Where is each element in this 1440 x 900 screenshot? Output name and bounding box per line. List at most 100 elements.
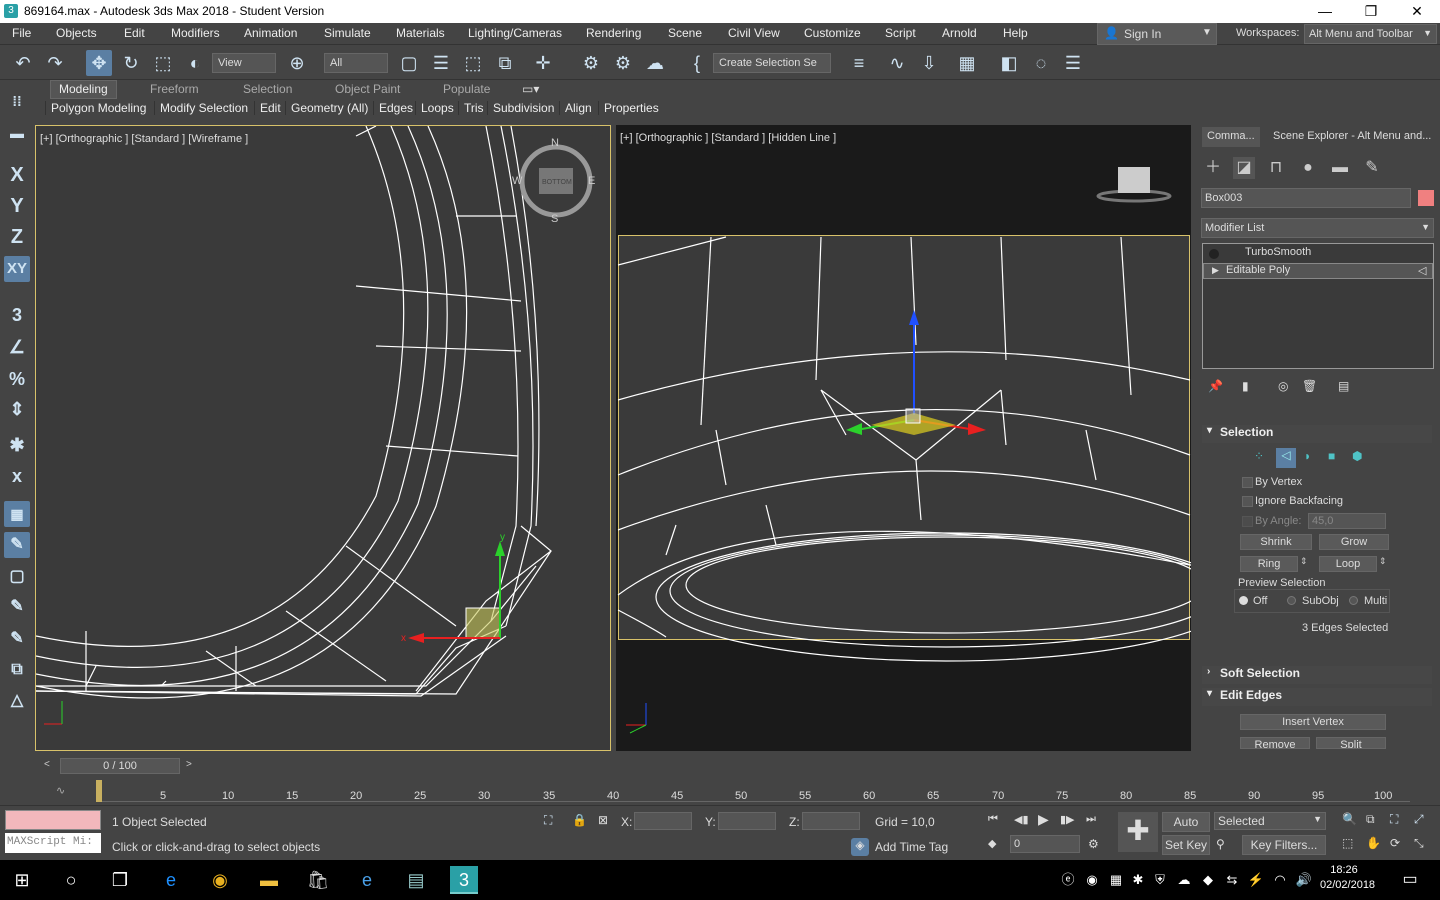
- minimize-button[interactable]: —: [1302, 0, 1348, 23]
- sign-in-button[interactable]: 👤 Sign In ▼: [1097, 23, 1217, 45]
- maximize-viewport-icon[interactable]: ⤡: [1414, 836, 1424, 851]
- file-explorer-icon[interactable]: ▬: [255, 866, 283, 894]
- menu-materials[interactable]: Materials: [396, 26, 445, 40]
- split-button[interactable]: Split: [1316, 737, 1386, 749]
- key-mode-icon[interactable]: ◆: [988, 837, 996, 850]
- curve-editor-icon[interactable]: ∿: [884, 50, 910, 76]
- select-move-icon[interactable]: ✥: [86, 50, 112, 76]
- element-icon[interactable]: ⬢: [1352, 449, 1362, 463]
- select-by-name-icon[interactable]: ☰: [428, 50, 454, 76]
- xform-icon[interactable]: x: [4, 463, 30, 489]
- loop-button[interactable]: Loop: [1319, 556, 1377, 572]
- set-key-icon[interactable]: ✚: [1118, 812, 1158, 852]
- ribbon-modify-selection[interactable]: Modify Selection: [154, 101, 248, 115]
- modify-icon[interactable]: ◪: [1233, 157, 1255, 179]
- reference-coordinate-select[interactable]: View: [212, 53, 276, 73]
- go-to-start-icon[interactable]: ⏮: [988, 813, 998, 826]
- system-clock[interactable]: 18:26 02/02/2018: [1320, 864, 1375, 891]
- display-icon[interactable]: ▬: [1329, 157, 1351, 179]
- spinner-snap-icon[interactable]: ⇕: [4, 396, 30, 422]
- tab-populate[interactable]: Populate: [443, 82, 490, 96]
- menu-animation[interactable]: Animation: [244, 26, 297, 40]
- tab-modeling[interactable]: Modeling: [50, 80, 117, 99]
- prev-frame-icon[interactable]: <: [44, 759, 50, 770]
- ribbon-edges[interactable]: Edges: [373, 101, 413, 115]
- preview-off-radio[interactable]: [1239, 596, 1248, 605]
- time-cursor[interactable]: [96, 780, 102, 802]
- tab-selection[interactable]: Selection: [243, 82, 292, 96]
- ribbon-properties[interactable]: Properties: [598, 101, 659, 115]
- menu-file[interactable]: File: [12, 26, 31, 40]
- add-time-tag-label[interactable]: Add Time Tag: [875, 840, 948, 854]
- show-end-result-icon[interactable]: ▮: [1242, 379, 1249, 393]
- by-angle-checkbox[interactable]: [1242, 516, 1253, 527]
- copy-tool-icon[interactable]: ⧉: [4, 657, 30, 683]
- x-coord-field[interactable]: [634, 812, 692, 830]
- key-tangents-icon[interactable]: ⚲: [1216, 837, 1225, 851]
- stack-item-turbosmooth[interactable]: TurboSmooth: [1203, 246, 1433, 262]
- edit-edges-rollout-header[interactable]: Edit Edges: [1202, 688, 1432, 706]
- create-icon[interactable]: ＋: [1202, 157, 1224, 179]
- select-scale-icon[interactable]: ⬚: [150, 50, 176, 76]
- menu-lighting-cameras[interactable]: Lighting/Cameras: [468, 26, 562, 40]
- modifier-list-select[interactable]: Modifier List ▼: [1201, 218, 1434, 238]
- ribbon-options-icon[interactable]: ▭▾: [522, 82, 539, 96]
- snap-icon[interactable]: ✛: [530, 50, 556, 76]
- named-selection-set-select[interactable]: Create Selection Se: [713, 53, 831, 73]
- zoom-all-icon[interactable]: ⧉: [1366, 812, 1375, 827]
- select-object-icon[interactable]: ▢: [396, 50, 422, 76]
- snap-3d-icon[interactable]: 3: [4, 302, 30, 328]
- stack-item-editable-poly[interactable]: ▶ Editable Poly ◁: [1203, 263, 1433, 279]
- ruler-icon[interactable]: ▬: [4, 120, 30, 146]
- task-view-icon[interactable]: ❐: [106, 866, 134, 894]
- maxscript-mini-listener[interactable]: MAXScript Mi:: [5, 833, 101, 853]
- preview-multi-radio[interactable]: [1349, 596, 1358, 605]
- rectangular-selection-icon[interactable]: ⬚: [460, 50, 486, 76]
- shrink-button[interactable]: Shrink: [1240, 534, 1312, 550]
- prev-key-icon[interactable]: ◀▮: [1014, 813, 1029, 826]
- polygon-icon[interactable]: ■: [1328, 449, 1335, 463]
- scene-explorer-icon[interactable]: ≡: [846, 50, 872, 76]
- ribbon-geometry-all[interactable]: Geometry (All): [285, 101, 368, 115]
- by-vertex-checkbox[interactable]: [1242, 477, 1253, 488]
- bulb-icon[interactable]: [1209, 249, 1219, 259]
- menu-script[interactable]: Script: [885, 26, 916, 40]
- maximize-button[interactable]: ❐: [1348, 0, 1394, 23]
- edit-named-selection-icon[interactable]: {: [684, 50, 710, 76]
- window-crossing-icon[interactable]: ⧉: [492, 50, 518, 76]
- play-icon[interactable]: ▶: [1038, 811, 1049, 828]
- ribbon-tris[interactable]: Tris: [458, 101, 484, 115]
- ring-button[interactable]: Ring: [1240, 556, 1298, 572]
- ring-spinner-icon[interactable]: ⇕: [1300, 556, 1308, 567]
- motion-icon[interactable]: ●: [1297, 157, 1319, 179]
- select-place-icon[interactable]: ◐: [182, 50, 208, 76]
- volume-icon[interactable]: 🔊: [1290, 866, 1318, 894]
- hierarchy-icon[interactable]: ⊓: [1265, 157, 1287, 179]
- align-icon[interactable]: ⚙: [610, 50, 636, 76]
- y-coord-field[interactable]: [718, 812, 776, 830]
- grow-button[interactable]: Grow: [1319, 534, 1389, 550]
- tab-object-paint[interactable]: Object Paint: [335, 82, 400, 96]
- rectangle-tool-icon[interactable]: ▢: [4, 564, 30, 590]
- utilities-icon[interactable]: ✎: [1361, 157, 1383, 179]
- render-setup-icon[interactable]: ◧: [996, 50, 1022, 76]
- time-tag-icon[interactable]: ◈: [851, 838, 869, 856]
- menu-help[interactable]: Help: [1003, 26, 1028, 40]
- z-coord-field[interactable]: [802, 812, 860, 830]
- percent-snap-icon[interactable]: %: [4, 366, 30, 392]
- paint-tool-icon[interactable]: ✎: [4, 626, 30, 652]
- insert-vertex-button[interactable]: Insert Vertex: [1240, 714, 1386, 730]
- ribbon-polygon-modeling[interactable]: Polygon Modeling: [45, 101, 146, 115]
- zoom-extents-icon[interactable]: ⛶: [1390, 812, 1398, 827]
- menu-civil-view[interactable]: Civil View: [728, 26, 780, 40]
- isolate-icon[interactable]: ✱: [4, 432, 30, 458]
- schematic-view-icon[interactable]: ⇩: [916, 50, 942, 76]
- render-frame-icon[interactable]: ◌: [1028, 50, 1054, 76]
- pan-icon[interactable]: ✋: [1366, 836, 1381, 850]
- vertex-grid-icon[interactable]: ▦: [4, 501, 30, 527]
- pivot-icon[interactable]: ⊕: [284, 50, 310, 76]
- configure-sets-icon[interactable]: ▤: [1338, 379, 1349, 393]
- 3ds-max-taskbar-icon[interactable]: 3: [450, 866, 478, 894]
- make-unique-icon[interactable]: ◎: [1278, 379, 1288, 393]
- preview-subobj-radio[interactable]: [1287, 596, 1296, 605]
